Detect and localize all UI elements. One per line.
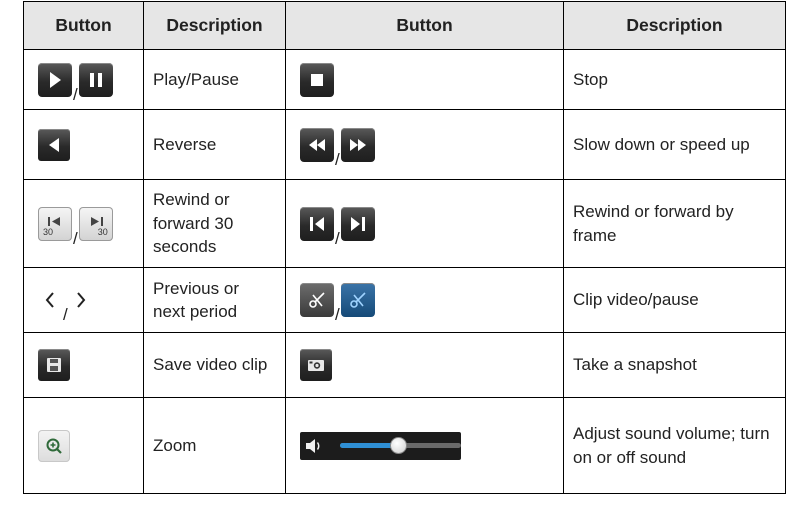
description-cell: Stop — [563, 49, 786, 110]
icon-separator: / — [73, 84, 78, 104]
next-period-icon[interactable] — [68, 283, 93, 317]
icon-separator: / — [63, 305, 68, 324]
description-cell: Clip video/pause — [563, 267, 786, 333]
clip-video-icon[interactable] — [300, 283, 334, 317]
button-cell: 30 / 30 — [23, 179, 144, 268]
header-button-2: Button — [285, 1, 564, 50]
button-cell — [285, 332, 564, 398]
speed-up-icon[interactable] — [340, 127, 375, 162]
table-row: / Play/Pause Stop — [23, 49, 786, 110]
volume-control — [300, 431, 461, 460]
forward-frame-icon[interactable] — [340, 206, 375, 241]
reverse-icon[interactable] — [38, 128, 70, 161]
volume-slider[interactable] — [340, 437, 461, 454]
button-cell: / — [23, 267, 144, 333]
description-cell: Play/Pause — [143, 49, 286, 110]
description-cell: Rewind or forward 30 seconds — [143, 179, 286, 268]
description-cell: Rewind or forward by frame — [563, 179, 786, 268]
button-cell: / — [23, 49, 144, 110]
description-cell: Previous or next period — [143, 267, 286, 333]
button-cell — [23, 332, 144, 398]
camera-icon[interactable] — [300, 349, 332, 381]
previous-period-icon[interactable] — [38, 283, 62, 317]
header-button-1: Button — [23, 1, 144, 50]
slow-down-icon[interactable] — [300, 127, 334, 162]
stop-icon[interactable] — [300, 62, 334, 97]
pause-icon[interactable] — [78, 62, 113, 97]
save-icon[interactable] — [38, 349, 70, 381]
button-cell — [23, 397, 144, 494]
table-header-row: Button Description Button Description — [23, 1, 786, 50]
header-description-1: Description — [143, 1, 286, 50]
volume-icon[interactable] — [304, 437, 324, 455]
volume-knob[interactable] — [390, 437, 408, 454]
description-cell: Save video clip — [143, 332, 286, 398]
icon-separator: / — [335, 228, 340, 248]
rewind-frame-icon[interactable] — [300, 206, 334, 241]
table-row: / Previous or next period / Clip video/p… — [23, 267, 786, 333]
play-icon[interactable] — [38, 62, 72, 97]
description-cell: Slow down or speed up — [563, 109, 786, 180]
button-cell: / — [285, 179, 564, 268]
clip-pause-icon[interactable] — [340, 283, 375, 317]
header-description-2: Description — [563, 1, 786, 50]
button-cell: / — [285, 267, 564, 333]
button-description-table: Button Description Button Description / … — [23, 1, 786, 494]
button-cell: / — [285, 109, 564, 180]
button-cell — [285, 397, 564, 494]
icon-separator: / — [335, 149, 340, 169]
table-row: Zoom Adjust sound volume; turn on or off… — [23, 397, 786, 494]
description-cell: Adjust sound volume; turn on or off soun… — [563, 397, 786, 494]
description-cell: Zoom — [143, 397, 286, 494]
table-row: 30 / 30 Rewind or forward 30 seconds / R… — [23, 179, 786, 268]
thirty-label: 30 — [97, 227, 108, 238]
forward-30-seconds-icon[interactable]: 30 — [78, 206, 113, 241]
icon-separator: / — [73, 228, 78, 248]
description-cell: Reverse — [143, 109, 286, 180]
rewind-30-seconds-icon[interactable]: 30 — [38, 206, 72, 241]
icon-separator: / — [335, 305, 340, 324]
zoom-icon[interactable] — [38, 429, 70, 462]
button-cell — [23, 109, 144, 180]
table-row: Save video clip Take a snapshot — [23, 332, 786, 398]
button-cell — [285, 49, 564, 110]
thirty-label: 30 — [43, 227, 54, 238]
description-cell: Take a snapshot — [563, 332, 786, 398]
table-row: Reverse / Slow down or speed up — [23, 109, 786, 180]
